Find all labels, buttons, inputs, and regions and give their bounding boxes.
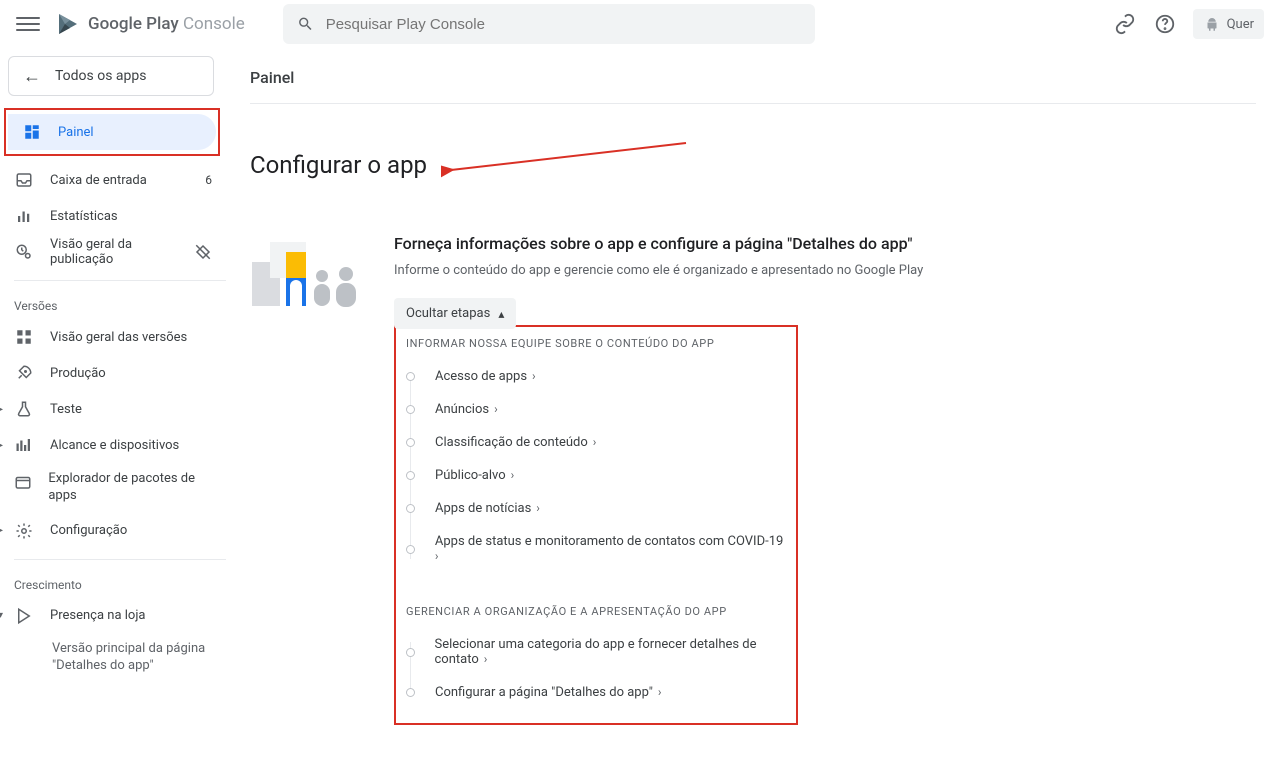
chevron-up-icon: ▴ [498, 307, 504, 321]
search-input[interactable] [326, 16, 801, 33]
inbox-badge: 6 [205, 173, 212, 187]
sidebar-item-reach[interactable]: ▸ Alcance e dispositivos [0, 427, 226, 463]
sidebar-item-release-overview[interactable]: Visão geral das versões [0, 319, 226, 355]
subheading: Forneça informações sobre o app e config… [394, 234, 1256, 253]
sidebar-item-painel[interactable]: Painel [8, 114, 216, 150]
caret-icon: ▸ [0, 440, 3, 451]
menu-icon[interactable] [16, 12, 40, 36]
section-label-versoes: Versões [0, 291, 226, 319]
devices-icon [14, 436, 34, 454]
clock-cog-icon [14, 243, 34, 261]
step-configure-listing[interactable]: Configurar a página "Detalhes do app" › [406, 676, 786, 709]
sidebar-item-publishing-overview[interactable]: Visão geral da publicação [0, 234, 226, 270]
step-ads[interactable]: Anúncios › [406, 393, 786, 426]
sidebar-item-inbox[interactable]: Caixa de entrada 6 [0, 162, 226, 198]
step-select-category[interactable]: Selecionar uma categoria do app e fornec… [406, 628, 786, 676]
sidebar: ← Todos os apps Painel Caixa de entrada … [0, 48, 226, 765]
step-target-audience[interactable]: Público-alvo › [406, 459, 786, 492]
inbox-icon [14, 171, 34, 189]
grid-icon [14, 328, 34, 346]
brand[interactable]: Google Play Console [56, 12, 245, 36]
sidebar-item-production[interactable]: Produção [0, 355, 226, 391]
description: Informe o conteúdo do app e gerencie com… [394, 263, 1256, 278]
hide-steps-button[interactable]: Ocultar etapas ▴ [394, 298, 516, 329]
brand-text: Google Play Console [88, 14, 245, 34]
back-all-apps[interactable]: ← Todos os apps [8, 56, 214, 96]
caret-icon: ▸ [0, 404, 3, 415]
main-content: Painel Configurar o app Forne [226, 48, 1280, 765]
search-bar[interactable] [283, 4, 815, 44]
sidebar-item-stats[interactable]: Estatísticas [0, 198, 226, 234]
step-app-access[interactable]: Acesso de apps › [406, 360, 786, 393]
annotation-box-steps: Informar nossa equipe sobre o conteúdo d… [394, 325, 798, 725]
help-icon[interactable] [1153, 12, 1177, 36]
step-group-label-2: Gerenciar a organização e a apresentação… [406, 605, 786, 618]
dashboard-icon [22, 123, 42, 141]
caret-icon: ▸ [0, 525, 3, 536]
package-icon [14, 473, 32, 491]
step-news-apps[interactable]: Apps de notícias › [406, 492, 786, 525]
play-store-icon [14, 607, 34, 625]
step-covid-apps[interactable]: Apps de status e monitoramento de contat… [406, 525, 786, 573]
annotation-arrow [441, 138, 691, 188]
rocket-icon [14, 364, 34, 382]
top-chip[interactable]: Quer [1193, 9, 1264, 39]
caret-down-icon: ▾ [0, 610, 3, 621]
step-group-label-1: Informar nossa equipe sobre o conteúdo d… [406, 337, 786, 350]
play-console-logo-icon [56, 12, 80, 36]
arrow-left-icon: ← [23, 66, 41, 87]
sidebar-subitem-main-listing[interactable]: Versão principal da página "Detalhes do … [0, 634, 226, 681]
page-title: Painel [250, 48, 1256, 103]
stats-icon [14, 207, 34, 225]
link-icon[interactable] [1113, 12, 1137, 36]
gear-icon [14, 522, 34, 540]
step-content-rating[interactable]: Classificação de conteúdo › [406, 426, 786, 459]
annotation-box-sidebar: Painel [4, 108, 220, 156]
sidebar-item-config[interactable]: ▸ Configuração [0, 513, 226, 549]
disabled-icon [194, 243, 212, 261]
sidebar-item-test[interactable]: ▸ Teste [0, 391, 226, 427]
sidebar-item-store-presence[interactable]: ▾ Presença na loja [0, 598, 226, 634]
illustration-icon [250, 234, 370, 310]
android-icon [1203, 15, 1221, 33]
search-icon [297, 15, 314, 33]
section-label-crescimento: Crescimento [0, 570, 226, 598]
flask-icon [14, 400, 34, 418]
heading-configure-app: Configurar o app [250, 151, 427, 179]
sidebar-item-bundle-explorer[interactable]: Explorador de pacotes de apps [0, 463, 226, 513]
